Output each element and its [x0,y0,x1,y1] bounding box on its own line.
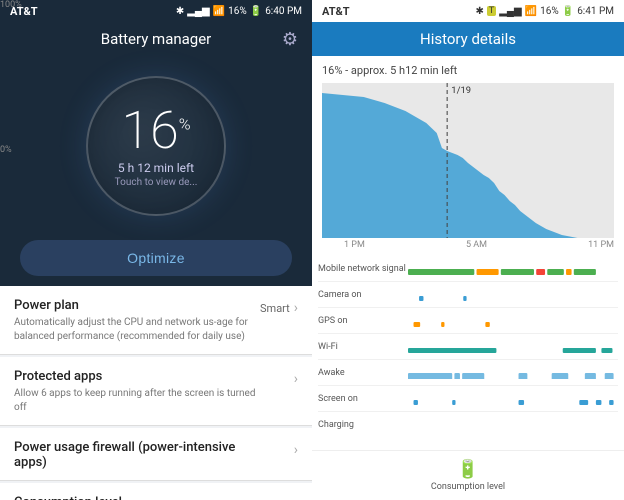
indicator-screen: Screen on [318,386,618,412]
left-title: Battery manager [101,30,212,48]
y-label-100: 100% [0,0,22,10]
indicator-gps-label: GPS on [318,316,408,326]
left-time: 6:40 PM [265,6,302,17]
firewall-chevron: › [294,442,298,458]
battery-circle-container[interactable]: 16% 5 h 12 min left Touch to view de... [0,56,312,226]
menu-item-protected-apps-desc: Allow 6 apps to keep running after the s… [14,387,258,415]
indicator-camera: Camera on [318,282,618,308]
indicator-gps-bar [408,315,618,327]
right-carrier: AT&T [322,5,350,18]
gear-icon[interactable]: ⚙ [282,29,298,50]
right-status-bar: AT&T ✱ T ▂▄▆ 📶 16% 🔋 6:41 PM [312,0,624,22]
battery-time: 5 h 12 min left [118,161,194,175]
left-status-icons: ✱ ▂▄▆ 📶 16% 🔋 6:40 PM [176,6,302,17]
menu-item-protected-apps-right: › [258,371,298,387]
left-wifi-icon: 📶 [213,6,225,17]
indicator-awake-bar [408,367,618,379]
battery-touch-label: Touch to view de... [115,177,198,188]
right-battery-icon: 🔋 [562,6,574,17]
chart-wrapper: 100% 0% 1/19 [322,83,614,238]
indicator-awake: Awake [318,360,618,386]
right-panel: AT&T ✱ T ▂▄▆ 📶 16% 🔋 6:41 PM History det… [312,0,624,500]
menu-item-firewall[interactable]: Power usage firewall (power-intensive ap… [0,428,312,481]
indicator-charging-bar [408,419,618,431]
indicator-wifi-bar [408,341,618,353]
right-status-icons: ✱ T ▂▄▆ 📶 16% 🔋 6:41 PM [475,6,614,17]
indicator-wifi: Wi-Fi [318,334,618,360]
power-plan-smart-label: Smart [260,302,290,315]
menu-list: Power plan Automatically adjust the CPU … [0,286,312,500]
menu-item-consumption-title: Consumption level [14,495,298,500]
menu-item-protected-apps-title: Protected apps [14,369,258,384]
x-label-5am: 5 AM [466,240,487,250]
power-plan-chevron: › [294,300,298,316]
menu-item-power-plan-content: Power plan Automatically adjust the CPU … [14,298,258,344]
left-status-bar: AT&T ✱ ▂▄▆ 📶 16% 🔋 6:40 PM [0,0,312,22]
x-label-11pm: 11 PM [588,240,614,250]
menu-item-consumption-content: Consumption level [14,495,298,500]
right-title: History details [420,30,516,48]
indicator-charging-label: Charging [318,420,408,430]
optimize-button[interactable]: Optimize [20,240,292,276]
menu-item-protected-apps[interactable]: Protected apps Allow 6 apps to keep runn… [0,357,312,426]
chart-y-labels: 100% 0% [0,0,22,155]
menu-item-firewall-title: Power usage firewall (power-intensive ap… [14,440,258,470]
indicator-wifi-label: Wi-Fi [318,342,408,352]
indicator-charging: Charging [318,412,618,438]
right-top-bar: History details [312,22,624,56]
indicator-mobile-network-bar [408,263,618,275]
left-bluetooth-icon: ✱ [176,6,184,17]
right-wifi-icon: 📶 [525,6,537,17]
indicator-camera-bar [408,289,618,301]
left-battery-icon: 🔋 [250,6,262,17]
x-label-1pm: 1 PM [344,240,365,250]
indicators-section: Mobile network signal Camera on [312,256,624,450]
consumption-level-tab[interactable]: 🔋 Consumption level [431,459,505,492]
indicator-gps: GPS on [318,308,618,334]
indicator-mobile-network: Mobile network signal [318,256,618,282]
right-bluetooth-icon: ✱ [475,6,483,17]
indicator-awake-label: Awake [318,368,408,378]
consumption-battery-icon: 🔋 [457,459,479,480]
indicator-camera-label: Camera on [318,290,408,300]
right-battery-pct: 16% [540,6,559,17]
indicator-screen-label: Screen on [318,394,408,404]
chart-subtitle: 16% - approx. 5 h12 min left [322,64,614,77]
battery-circle[interactable]: 16% 5 h 12 min left Touch to view de... [86,76,226,216]
menu-item-power-plan-title: Power plan [14,298,258,313]
menu-item-power-plan-desc: Automatically adjust the CPU and network… [14,316,258,344]
menu-item-consumption[interactable]: Consumption level [0,483,312,500]
y-label-0: 0% [0,145,22,155]
right-time: 6:41 PM [577,6,614,17]
left-signal-icon: ▂▄▆ [187,6,209,17]
battery-chart-svg: 1/19 [322,83,614,238]
left-top-bar: Battery manager ⚙ [0,22,312,56]
menu-item-power-plan[interactable]: Power plan Automatically adjust the CPU … [0,286,312,355]
bottom-tab[interactable]: 🔋 Consumption level [312,450,624,500]
menu-item-power-plan-right: Smart › [258,300,298,316]
protected-apps-chevron: › [294,371,298,387]
indicator-screen-bar [408,393,618,405]
chart-section: 16% - approx. 5 h12 min left 100% 0% 1/1… [312,56,624,256]
left-battery-pct: 16% [228,6,247,17]
menu-item-protected-apps-content: Protected apps Allow 6 apps to keep runn… [14,369,258,415]
right-carrier-icon: T [487,6,496,16]
chart-area: 1/19 [322,83,614,238]
menu-item-firewall-right: › [258,442,298,458]
left-panel: AT&T ✱ ▂▄▆ 📶 16% 🔋 6:40 PM Battery manag… [0,0,312,500]
right-signal-icon: ▂▄▆ [499,6,521,17]
chart-x-labels: 1 PM 5 AM 11 PM [344,238,614,252]
indicator-mobile-network-label: Mobile network signal [318,264,408,274]
menu-item-firewall-content: Power usage firewall (power-intensive ap… [14,440,258,470]
consumption-level-label: Consumption level [431,482,505,492]
battery-percent: 16% [121,105,190,157]
svg-text:1/19: 1/19 [451,85,471,96]
